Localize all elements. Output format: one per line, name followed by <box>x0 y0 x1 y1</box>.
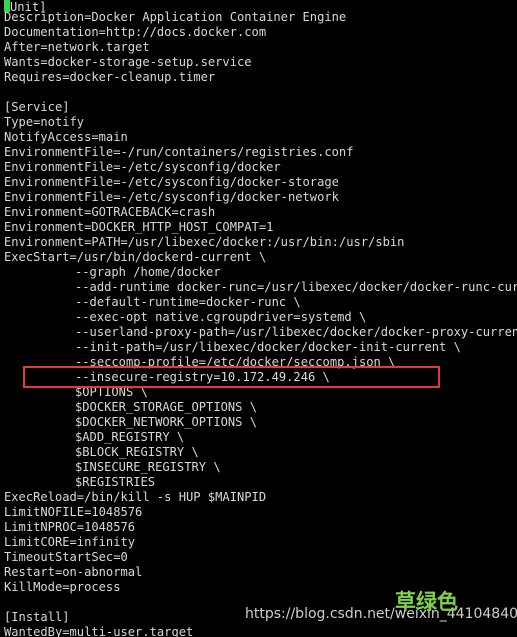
terminal-line: LimitNPROC=1048576 <box>4 520 136 534</box>
terminal-line: $DOCKER_NETWORK_OPTIONS \ <box>75 415 258 429</box>
terminal-line: EnvironmentFile=-/etc/sysconfig/docker-s… <box>4 175 339 189</box>
terminal-line: $DOCKER_STORAGE_OPTIONS \ <box>75 400 258 414</box>
terminal-line: $ADD_REGISTRY \ <box>75 430 185 444</box>
terminal-line: --default-runtime=docker-runc \ <box>75 295 301 309</box>
terminal-line: $REGISTRIES <box>75 475 156 489</box>
terminal-line: Requires=docker-cleanup.timer <box>4 70 216 84</box>
terminal-line: EnvironmentFile=-/run/containers/registr… <box>4 145 354 159</box>
terminal-line: NotifyAccess=main <box>4 130 128 144</box>
terminal-line: WantedBy=multi-user.target <box>4 625 194 637</box>
terminal-line: --add-runtime docker-runc=/usr/libexec/d… <box>75 280 517 294</box>
terminal-line: EnvironmentFile=-/etc/sysconfig/docker-n… <box>4 190 339 204</box>
terminal-line: LimitNOFILE=1048576 <box>4 505 143 519</box>
terminal-line: Environment=GOTRACEBACK=crash <box>4 205 216 219</box>
terminal-line: $INSECURE_REGISTRY \ <box>75 460 221 474</box>
insecure-registry-highlight-box <box>23 366 440 388</box>
csdn-watermark: https://blog.csdn.net/weixin_44104840 <box>245 606 517 622</box>
terminal-line: --userland-proxy-path=/usr/libexec/docke… <box>75 325 517 339</box>
terminal-line: EnvironmentFile=-/etc/sysconfig/docker <box>4 160 281 174</box>
terminal-line: Description=Docker Application Container… <box>4 10 347 24</box>
terminal-line: ExecReload=/bin/kill -s HUP $MAINPID <box>4 490 267 504</box>
terminal-line: Documentation=http://docs.docker.com <box>4 25 267 39</box>
watermark-logo-text: 草绿色 <box>395 590 458 614</box>
terminal-line: After=network.target <box>4 40 150 54</box>
terminal-line: Type=notify <box>4 115 85 129</box>
terminal-line: Environment=PATH=/usr/libexec/docker:/us… <box>4 235 405 249</box>
terminal-line: Environment=DOCKER_HTTP_HOST_COMPAT=1 <box>4 220 274 234</box>
terminal-line: --init-path=/usr/libexec/docker/docker-i… <box>75 340 461 354</box>
terminal-line: Restart=on-abnormal <box>4 565 143 579</box>
terminal-window[interactable]: Unit] Description=Docker Application Con… <box>0 0 517 637</box>
terminal-line: ExecStart=/usr/bin/dockerd-current \ <box>4 250 267 264</box>
terminal-line: --graph /home/docker <box>75 265 221 279</box>
terminal-line: --exec-opt native.cgroupdriver=systemd \ <box>75 310 367 324</box>
terminal-line: Wants=docker-storage-setup.service <box>4 55 252 69</box>
terminal-line: [Install] <box>4 610 70 624</box>
terminal-line: $BLOCK_REGISTRY \ <box>75 445 199 459</box>
terminal-line: LimitCORE=infinity <box>4 535 136 549</box>
terminal-line: [Service] <box>4 100 70 114</box>
terminal-line: KillMode=process <box>4 580 121 594</box>
terminal-line: TimeoutStartSec=0 <box>4 550 128 564</box>
